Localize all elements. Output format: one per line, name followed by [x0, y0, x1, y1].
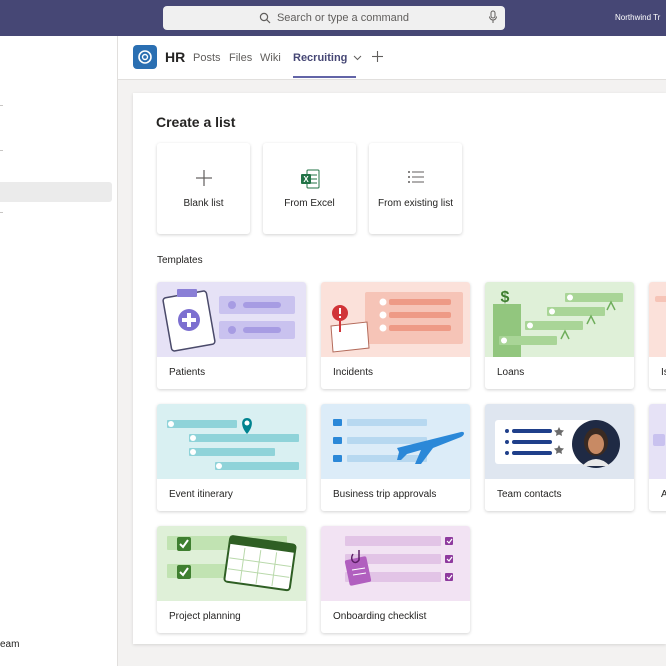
template-label: Is: [661, 367, 666, 378]
event-itinerary-illustration: [157, 404, 306, 479]
loans-illustration: $: [485, 282, 634, 357]
template-label: A: [661, 489, 666, 500]
business-trip-illustration: [321, 404, 470, 479]
join-team-label[interactable]: eam: [0, 639, 19, 650]
search-box[interactable]: Search or type a command: [163, 6, 505, 30]
plus-icon: [195, 170, 212, 186]
add-tab-icon[interactable]: [371, 50, 384, 63]
blank-list-label: Blank list: [183, 198, 224, 209]
template-card-project-planning[interactable]: Project planning: [157, 526, 306, 633]
template-card-team-contacts[interactable]: Team contacts: [485, 404, 634, 511]
chevron-down-icon[interactable]: [353, 55, 362, 61]
search-placeholder: Search or type a command: [276, 12, 410, 24]
excel-icon: X: [300, 169, 319, 189]
top-bar: Search or type a command Northwind Tr: [0, 0, 666, 36]
blank-list-option[interactable]: Blank list: [157, 143, 250, 234]
incidents-illustration: [321, 282, 470, 357]
from-excel-option[interactable]: X From Excel: [263, 143, 356, 234]
template-label: Patients: [169, 367, 206, 378]
search-icon: [259, 12, 271, 24]
active-tab-indicator: [293, 76, 356, 78]
onboarding-checklist-illustration: [321, 526, 470, 601]
tab-wiki[interactable]: Wiki: [260, 52, 281, 64]
from-existing-list-label: From existing list: [377, 198, 453, 209]
patients-illustration: [157, 282, 306, 357]
tab-recruiting-label: Recruiting: [293, 52, 348, 64]
templates-heading: Templates: [157, 255, 203, 266]
template-illustration: [649, 282, 666, 357]
template-card-business-trip-approvals[interactable]: Business trip approvals: [321, 404, 470, 511]
svg-text:X: X: [303, 175, 309, 184]
template-label: Project planning: [169, 611, 241, 622]
team-contacts-illustration: [485, 404, 634, 479]
selected-channel-item[interactable]: [0, 182, 112, 202]
team-name: HR: [165, 49, 186, 65]
template-label: Team contacts: [497, 489, 562, 500]
template-card-incidents[interactable]: Incidents: [321, 282, 470, 389]
template-label: Event itinerary: [169, 489, 233, 500]
template-card-partial-1[interactable]: Is: [649, 282, 666, 389]
team-logo-icon: [138, 50, 152, 64]
template-illustration: [649, 404, 666, 479]
list-icon: [407, 171, 424, 183]
divider: [0, 150, 3, 151]
teams-list-panel: eam: [0, 36, 118, 666]
team-logo: [133, 45, 157, 69]
page-title: Create a list: [156, 114, 236, 130]
template-card-event-itinerary[interactable]: Event itinerary: [157, 404, 306, 511]
create-list-panel: Create a list Blank list X From Excel Fr…: [133, 93, 666, 644]
microphone-icon[interactable]: [488, 10, 498, 24]
divider: [0, 212, 3, 213]
tab-posts[interactable]: Posts: [193, 52, 221, 64]
template-label: Incidents: [333, 367, 374, 378]
channel-header: HR Posts Files Wiki Recruiting: [118, 36, 666, 80]
template-card-onboarding-checklist[interactable]: Onboarding checklist: [321, 526, 470, 633]
tab-recruiting[interactable]: Recruiting: [293, 52, 362, 64]
template-card-patients[interactable]: Patients: [157, 282, 306, 389]
template-card-loans[interactable]: $ Loans: [485, 282, 634, 389]
template-card-partial-2[interactable]: A: [649, 404, 666, 511]
template-label: Business trip approvals: [333, 489, 437, 500]
template-label: Onboarding checklist: [333, 611, 427, 622]
from-excel-label: From Excel: [284, 198, 335, 209]
svg-text:$: $: [501, 289, 510, 306]
project-planning-illustration: [157, 526, 306, 601]
tab-files[interactable]: Files: [229, 52, 252, 64]
from-existing-list-option[interactable]: From existing list: [369, 143, 462, 234]
divider: [0, 105, 3, 106]
org-name[interactable]: Northwind Tr: [615, 13, 660, 22]
template-label: Loans: [497, 367, 525, 378]
